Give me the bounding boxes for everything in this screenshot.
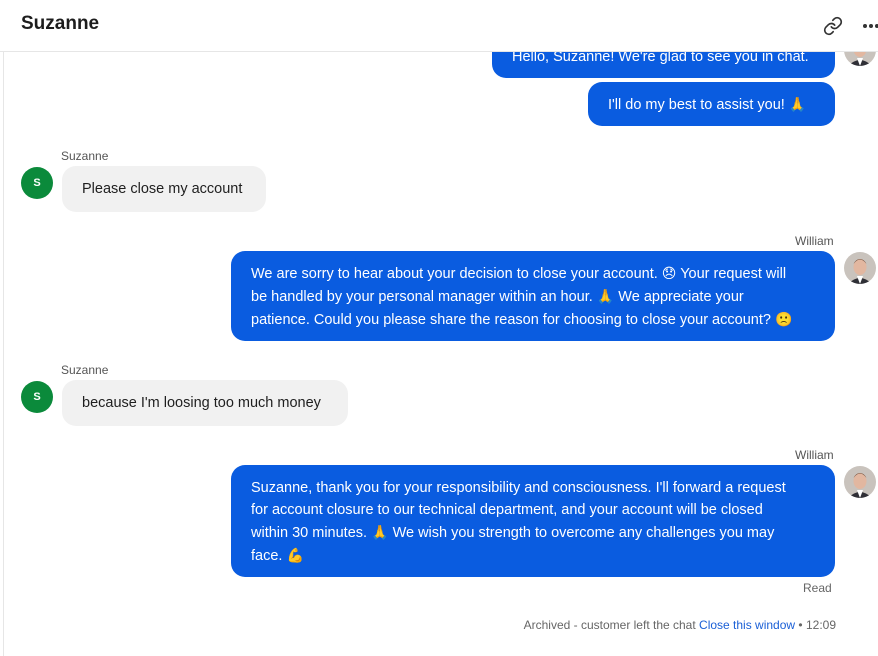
sender-name: William: [795, 234, 834, 248]
message-line: face. 💪: [251, 544, 815, 567]
message-line: Suzanne, thank you for your responsibili…: [251, 480, 786, 496]
more-horizontal-icon[interactable]: [859, 14, 878, 38]
customer-avatar: S: [21, 381, 53, 413]
divider: [3, 52, 4, 656]
read-receipt: Read: [803, 581, 832, 595]
message-line: be handled by your personal manager with…: [251, 285, 815, 308]
chat-window: Suzanne Hello, Suzanne! We're glad to se…: [0, 0, 878, 656]
chat-status-footer: Archived - customer left the chat Close …: [524, 618, 836, 632]
praying-hands-icon: 🙏: [788, 96, 807, 112]
flexed-biceps-icon: 💪: [286, 547, 304, 563]
link-icon[interactable]: [821, 14, 845, 38]
message-line: within 30 minutes. 🙏 We wish you strengt…: [251, 521, 815, 544]
message-line: for account closure to our technical dep…: [251, 502, 763, 518]
agent-message-bubble: I'll do my best to assist you! 🙏: [588, 82, 835, 126]
agent-avatar: [844, 466, 876, 498]
message-text: Please close my account: [82, 181, 243, 197]
separator-dot: •: [798, 618, 803, 632]
message-text: I'll do my best to assist you!: [608, 97, 785, 113]
sender-name: Suzanne: [61, 363, 109, 377]
sender-name: William: [795, 448, 834, 462]
frowning-face-icon: 🙁: [774, 311, 793, 327]
customer-message-bubble: Please close my account: [62, 166, 266, 212]
archived-status-text: Archived - customer left the chat: [523, 618, 696, 632]
message-line: patience. Could you please share the rea…: [251, 308, 815, 331]
praying-hands-icon: 🙏: [596, 288, 615, 304]
agent-message-bubble: We are sorry to hear about your decision…: [231, 251, 835, 341]
message-time: 12:09: [805, 618, 836, 632]
disappointed-face-icon: 😞: [661, 265, 677, 281]
message-line: We are sorry to hear about your decision…: [251, 262, 815, 285]
message-text: because I'm loosing too much money: [82, 395, 321, 411]
agent-avatar: [844, 252, 876, 284]
praying-hands-icon: 🙏: [371, 524, 389, 540]
customer-avatar: S: [21, 167, 53, 199]
customer-message-bubble: because I'm loosing too much money: [62, 380, 348, 426]
sender-name: Suzanne: [61, 149, 109, 163]
agent-message-bubble: Suzanne, thank you for your responsibili…: [231, 465, 835, 577]
close-window-link[interactable]: Close this window: [699, 618, 795, 632]
chat-title: Suzanne: [21, 13, 100, 34]
chat-header: Suzanne: [0, 0, 878, 52]
